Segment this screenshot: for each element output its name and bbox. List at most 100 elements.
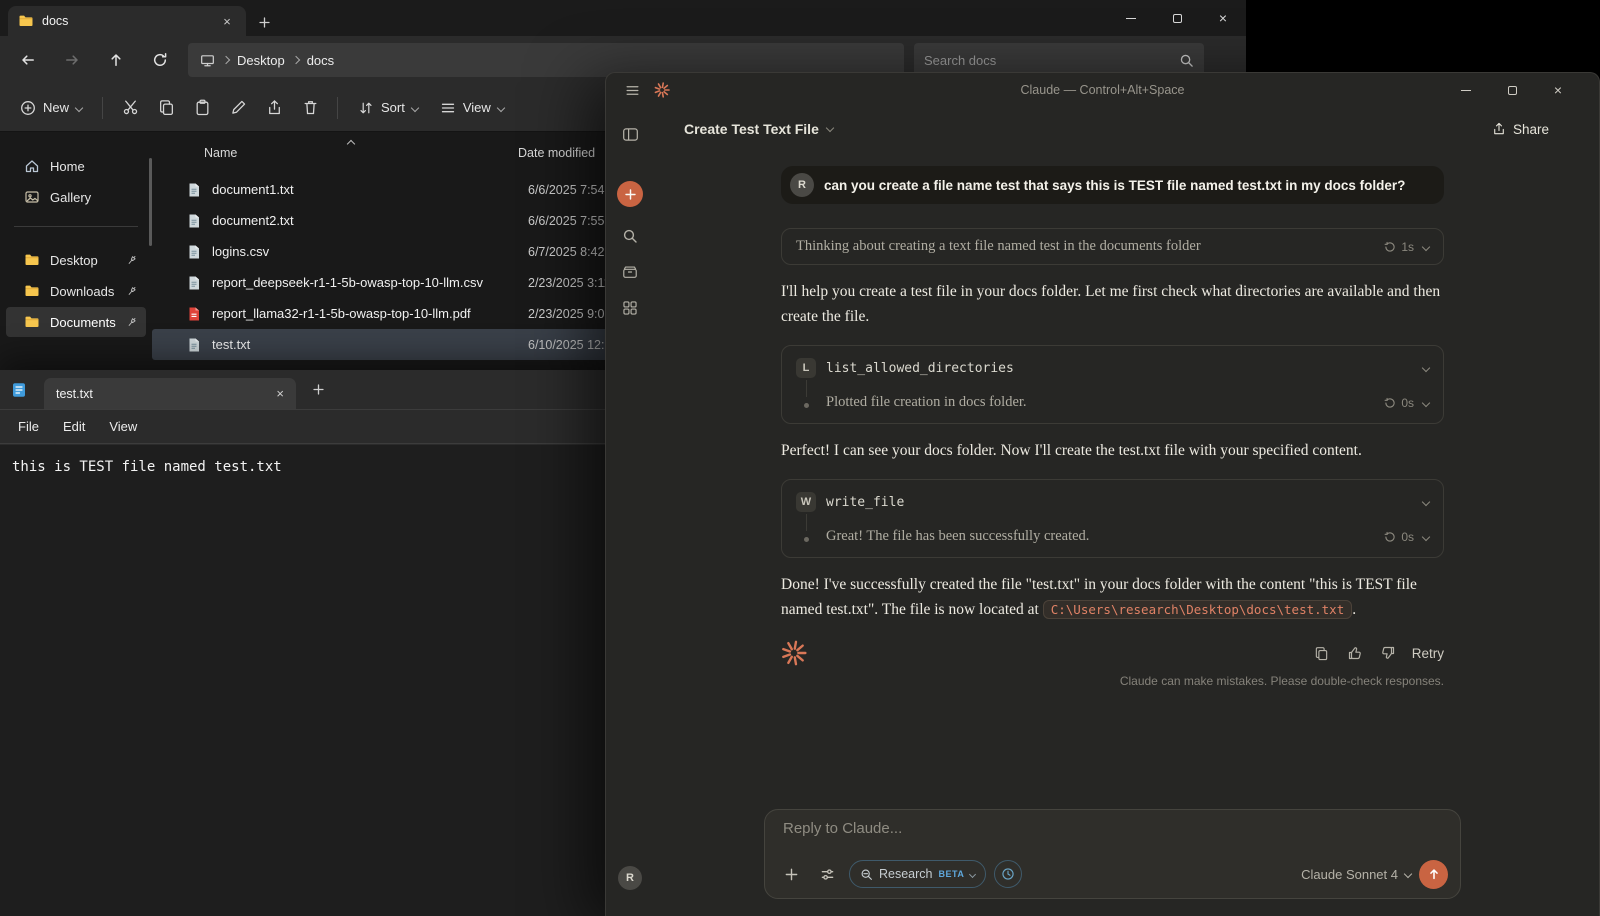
view-button[interactable]: View xyxy=(430,93,514,123)
screen: docs × × xyxy=(0,0,1600,916)
pdf-file-icon xyxy=(186,306,202,322)
claude-window-controls: × xyxy=(1443,73,1599,107)
sidebar-item-downloads[interactable]: Downloads xyxy=(6,276,146,306)
search-chats-icon[interactable] xyxy=(615,221,645,251)
notepad-new-tab-button[interactable] xyxy=(312,383,325,396)
this-pc-icon xyxy=(200,53,215,68)
new-button[interactable]: New xyxy=(10,93,92,123)
file-name: report_deepseek-r1-1-5b-owasp-top-10-llm… xyxy=(212,275,518,290)
sidebar-item-documents[interactable]: Documents xyxy=(6,307,146,337)
close-button[interactable]: × xyxy=(1535,73,1581,107)
thinking-label: Thinking about creating a text file name… xyxy=(796,238,1374,255)
tool-thought-row[interactable]: Plotted file creation in docs folder. 0s xyxy=(796,394,1429,411)
notepad-tab-bar: test.txt × xyxy=(0,370,612,410)
menu-view[interactable]: View xyxy=(97,414,149,439)
menu-file[interactable]: File xyxy=(6,414,51,439)
thinking-block[interactable]: Thinking about creating a text file name… xyxy=(781,228,1444,265)
tab-close-icon[interactable]: × xyxy=(218,12,236,30)
chat-thread: R can you create a file name test that s… xyxy=(781,166,1444,688)
back-button[interactable] xyxy=(6,42,50,78)
attach-plus-icon[interactable] xyxy=(777,860,805,888)
file-path-code[interactable]: C:\Users\research\Desktop\docs\test.txt xyxy=(1043,600,1353,619)
user-profile-avatar[interactable]: R xyxy=(618,866,642,890)
chevron-down-icon xyxy=(826,124,834,132)
notepad-text-area[interactable]: this is TEST file named test.txt xyxy=(0,445,612,916)
tool-name: list_allowed_directories xyxy=(826,361,1413,376)
explorer-tab-docs[interactable]: docs × xyxy=(8,6,246,36)
column-header-name[interactable]: Name xyxy=(204,146,518,160)
disclaimer-text: Claude can make mistakes. Please double-… xyxy=(781,674,1444,688)
hamburger-menu-icon[interactable] xyxy=(620,78,644,102)
maximize-button[interactable] xyxy=(1489,73,1535,107)
tool-call-header[interactable]: L list_allowed_directories xyxy=(796,358,1429,378)
tool-call-block[interactable]: L list_allowed_directories Plotted file … xyxy=(781,345,1444,424)
sidebar-item-desktop[interactable]: Desktop xyxy=(6,245,146,275)
refresh-button[interactable] xyxy=(138,42,182,78)
breadcrumb-separator-icon xyxy=(291,56,299,64)
explorer-window-controls: × xyxy=(1108,0,1246,36)
tab-close-icon[interactable]: × xyxy=(276,386,284,401)
minimize-button[interactable] xyxy=(1108,0,1154,36)
folder-icon xyxy=(18,13,34,29)
chat-title-dropdown[interactable]: Create Test Text File xyxy=(684,121,833,137)
rename-button[interactable] xyxy=(221,91,255,125)
tool-duration: 0s xyxy=(1384,396,1429,410)
thumbs-down-icon[interactable] xyxy=(1379,644,1397,662)
sort-button-label: Sort xyxy=(381,100,405,115)
history-icon xyxy=(1384,531,1396,543)
paragraph-text: . xyxy=(1352,601,1356,618)
tool-thought-row[interactable]: Great! The file has been successfully cr… xyxy=(796,528,1429,545)
file-name: report_llama32-r1-1-5b-owasp-top-10-llm.… xyxy=(212,306,518,321)
copy-button[interactable] xyxy=(149,91,183,125)
tool-call-header[interactable]: W write_file xyxy=(796,492,1429,512)
copy-response-icon[interactable] xyxy=(1313,644,1331,662)
tools-sliders-icon[interactable] xyxy=(813,860,841,888)
chevron-down-icon xyxy=(1404,870,1412,878)
maximize-button[interactable] xyxy=(1154,0,1200,36)
cut-button[interactable] xyxy=(113,91,147,125)
message-actions: Retry xyxy=(1313,644,1444,662)
sidebar-item-gallery[interactable]: Gallery xyxy=(6,182,146,212)
breadcrumb-desktop[interactable]: Desktop xyxy=(237,53,285,68)
thumbs-up-icon[interactable] xyxy=(1346,644,1364,662)
delete-button[interactable] xyxy=(293,91,327,125)
new-tab-button[interactable] xyxy=(258,16,271,29)
column-header-date[interactable]: Date modified xyxy=(518,146,595,160)
sidebar-item-label: Documents xyxy=(50,315,116,330)
file-date: 6/7/2025 8:42 xyxy=(528,245,604,259)
gallery-icon xyxy=(24,189,40,205)
chevron-down-icon xyxy=(1422,398,1430,406)
research-toggle[interactable]: Research BETA xyxy=(849,860,986,888)
share-button[interactable] xyxy=(257,91,291,125)
new-chat-button[interactable] xyxy=(617,181,643,207)
file-date: 6/10/2025 12:1 xyxy=(528,338,611,352)
reply-input[interactable] xyxy=(783,820,1443,837)
history-icon xyxy=(1384,241,1396,253)
sidebar-toggle-icon[interactable] xyxy=(615,119,645,149)
reply-input-box[interactable]: Research BETA Claude Sonnet 4 xyxy=(764,809,1461,899)
model-selector[interactable]: Claude Sonnet 4 xyxy=(1301,867,1411,882)
search-input[interactable] xyxy=(924,53,1179,68)
notepad-tab-testtxt[interactable]: test.txt × xyxy=(44,378,296,409)
sidebar-item-home[interactable]: Home xyxy=(6,151,146,181)
up-button[interactable] xyxy=(94,42,138,78)
notepad-tab-label: test.txt xyxy=(56,387,93,401)
tool-call-block[interactable]: W write_file Great! The file has been su… xyxy=(781,479,1444,558)
send-button[interactable] xyxy=(1419,860,1448,889)
minimize-button[interactable] xyxy=(1443,73,1489,107)
claude-logo-icon xyxy=(654,82,670,98)
share-button[interactable]: Share xyxy=(1482,116,1559,143)
close-button[interactable]: × xyxy=(1200,0,1246,36)
model-label: Claude Sonnet 4 xyxy=(1301,867,1398,882)
retry-button[interactable]: Retry xyxy=(1412,646,1444,661)
txt-file-icon xyxy=(186,337,202,353)
sort-button[interactable]: Sort xyxy=(348,93,428,123)
menu-edit[interactable]: Edit xyxy=(51,414,97,439)
extended-thinking-toggle[interactable] xyxy=(994,860,1022,888)
forward-button[interactable] xyxy=(50,42,94,78)
paste-button[interactable] xyxy=(185,91,219,125)
file-date: 2/23/2025 3:11 xyxy=(528,276,610,290)
breadcrumb-docs[interactable]: docs xyxy=(307,53,334,68)
projects-icon[interactable] xyxy=(615,257,645,287)
apps-grid-icon[interactable] xyxy=(615,293,645,323)
